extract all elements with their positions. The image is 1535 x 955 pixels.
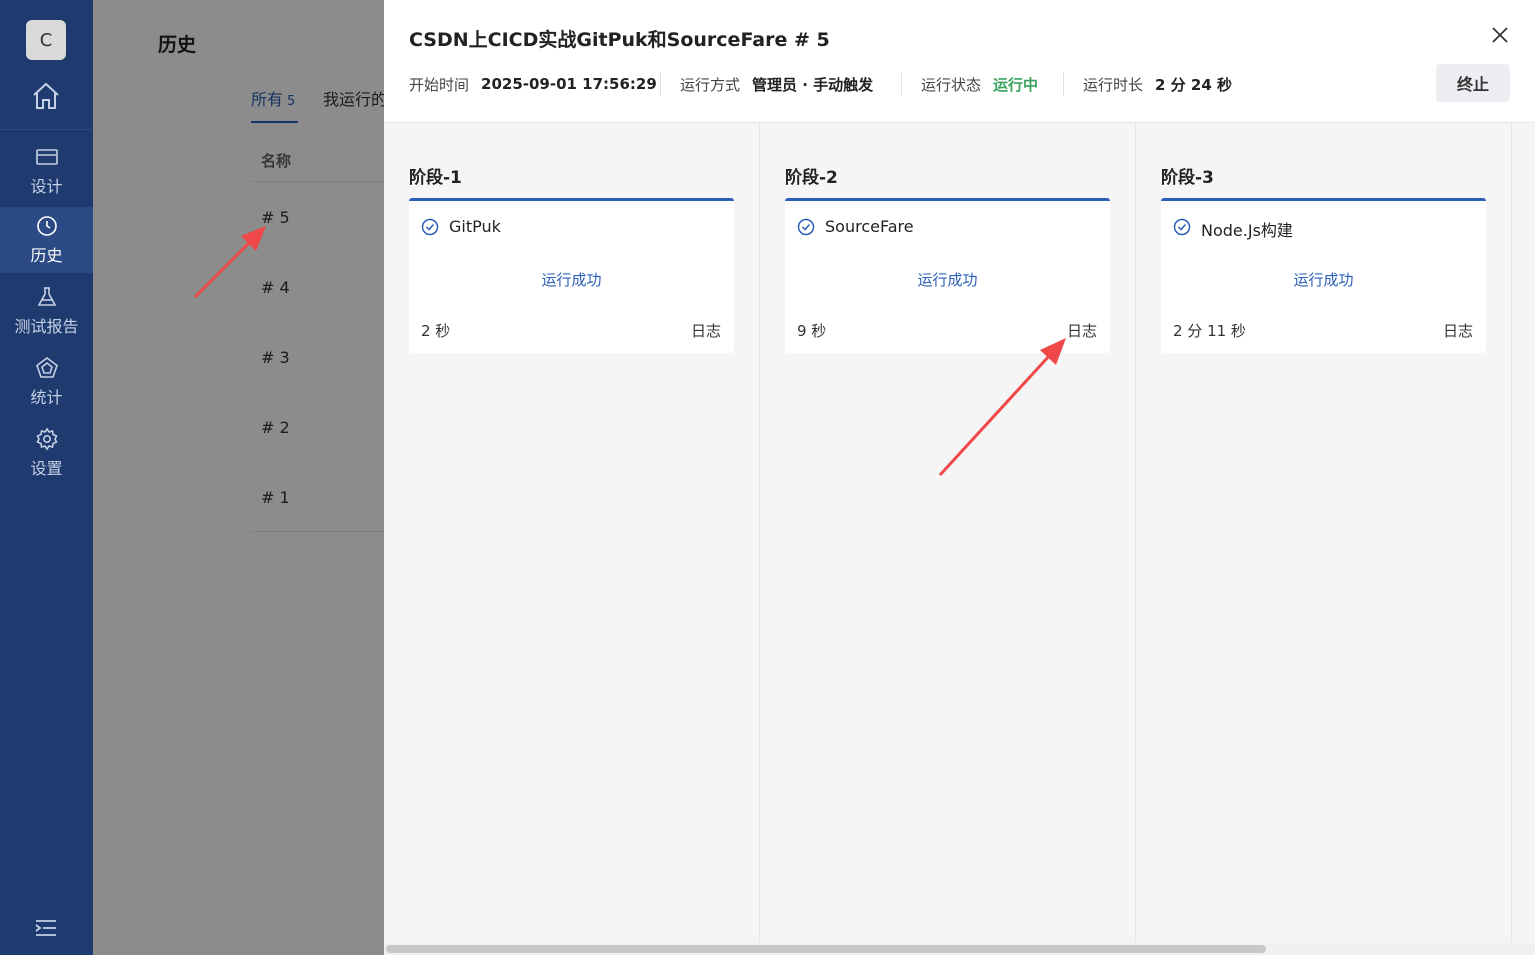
meta-label: 运行方式 [680,75,741,94]
task-status: 运行成功 [541,271,602,289]
meta-label: 开始时间 [409,75,470,94]
meta-label: 运行状态 [921,75,982,94]
meta-run-state: 运行状态 运行中 [921,74,1038,94]
meta-value: 2025-09-01 17:56:29 [481,75,657,93]
sidebar-item-label: 历史 [30,246,63,265]
task-name: SourceFare [825,217,914,236]
avatar[interactable]: C [26,20,66,60]
task-card[interactable]: Node.Js构建 运行成功 2 分 11 秒 日志 [1161,198,1486,353]
close-icon[interactable] [1489,24,1511,46]
meta-run-duration: 运行时长 2 分 24 秒 [1083,74,1232,94]
sidebar-item-label: 测试报告 [14,317,79,336]
drawer-header: CSDN上CICD实战GitPuk和SourceFare # 5 开始时间 20… [384,0,1535,123]
meta-start-time: 开始时间 2025-09-01 17:56:29 [409,74,657,94]
sidebar-divider [0,129,93,130]
sidebar-item-settings[interactable]: 设置 [0,420,93,486]
meta-label: 运行时长 [1083,75,1144,94]
sidebar-item-design[interactable]: 设计 [0,138,93,204]
stage-title: 阶段-1 [409,168,462,188]
task-card[interactable]: GitPuk 运行成功 2 秒 日志 [409,198,734,353]
task-name: GitPuk [449,217,501,236]
log-link[interactable]: 日志 [691,320,721,341]
meta-value: 运行中 [993,75,1039,94]
scrollbar-thumb[interactable] [386,945,1266,953]
sidebar-item-label: 统计 [30,388,63,407]
stage-column: 阶段-3 Node.Js构建 运行成功 2 分 11 秒 日志 [1136,123,1512,943]
stage-column: 阶段-2 SourceFare 运行成功 9 秒 日志 [760,123,1136,943]
clock-icon [36,216,57,236]
task-duration: 2 分 11 秒 [1173,322,1246,340]
drawer-title: CSDN上CICD实战GitPuk和SourceFare # 5 [409,29,830,51]
flask-icon [37,287,56,306]
sidebar-item-history[interactable]: 历史 [0,207,93,273]
stop-button[interactable]: 终止 [1436,64,1510,102]
home-icon[interactable] [30,80,62,112]
horizontal-scrollbar[interactable] [384,943,1535,955]
meta-run-mode: 运行方式 管理员 · 手动触发 [680,74,873,94]
collapse-menu-icon[interactable] [35,918,57,938]
meta-value: 管理员 · 手动触发 [752,75,874,94]
sidebar-item-label: 设置 [30,459,63,478]
task-duration: 9 秒 [797,322,827,340]
meta-divider [901,72,902,96]
gear-icon [35,427,58,451]
run-detail-drawer: CSDN上CICD实战GitPuk和SourceFare # 5 开始时间 20… [384,0,1535,955]
task-status: 运行成功 [917,271,978,289]
task-duration: 2 秒 [421,322,451,340]
stage-title: 阶段-3 [1161,168,1214,188]
pentagon-icon [35,357,58,378]
task-name: Node.Js构建 [1201,221,1293,240]
sidebar: C 设计 历史 测试报告 统计 设置 [0,0,93,955]
log-link[interactable]: 日志 [1067,320,1097,341]
stage-column: 阶段-1 GitPuk 运行成功 2 秒 日志 [384,123,760,943]
meta-divider [1063,72,1064,96]
sidebar-item-label: 设计 [30,177,63,196]
sidebar-item-test-report[interactable]: 测试报告 [0,278,93,344]
modal-overlay[interactable] [93,0,384,955]
check-circle-icon [1173,218,1191,236]
meta-value: 2 分 24 秒 [1155,75,1232,94]
log-link[interactable]: 日志 [1443,320,1473,341]
check-circle-icon [797,218,815,236]
stages-board: 阶段-1 GitPuk 运行成功 2 秒 日志 阶段-2 SourceFare … [384,123,1535,943]
sidebar-item-statistics[interactable]: 统计 [0,349,93,415]
task-card[interactable]: SourceFare 运行成功 9 秒 日志 [785,198,1110,353]
check-circle-icon [421,218,439,236]
stage-title: 阶段-2 [785,168,838,188]
task-status: 运行成功 [1293,271,1354,289]
credit-card-icon [35,149,58,165]
meta-divider [660,72,661,96]
